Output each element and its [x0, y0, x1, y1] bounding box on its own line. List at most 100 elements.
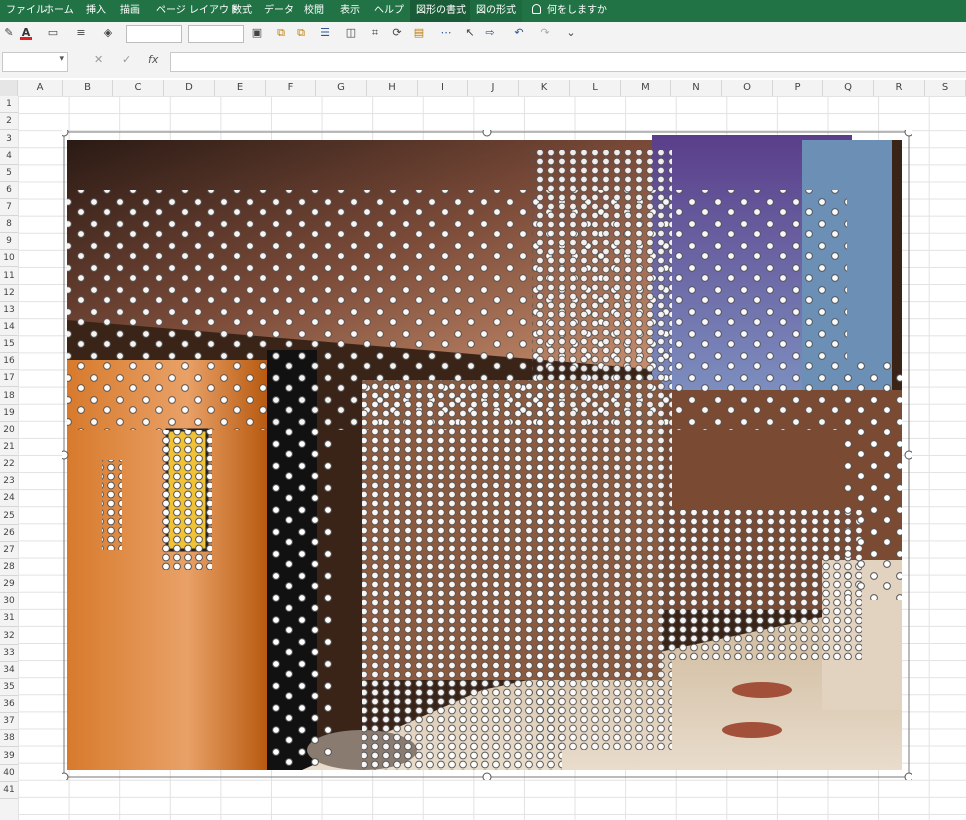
column-header[interactable]: O — [722, 80, 773, 96]
column-header[interactable]: C — [113, 80, 164, 96]
bring-forward-icon[interactable]: ◫ — [342, 25, 360, 41]
row-header[interactable]: 27 — [0, 542, 18, 559]
column-header[interactable]: S — [925, 80, 966, 96]
font-size-box[interactable] — [126, 25, 182, 43]
fill-icon[interactable]: ◈ — [98, 25, 118, 41]
column-header[interactable]: J — [468, 80, 519, 96]
row-header[interactable]: 40 — [0, 765, 18, 782]
row-header[interactable]: 26 — [0, 525, 18, 542]
tab-picture-format[interactable]: 図の形式 — [470, 0, 522, 22]
row-header[interactable]: 4 — [0, 148, 18, 165]
tell-me-search[interactable]: 何をしますか — [526, 0, 613, 22]
shape-outline-icon[interactable]: ▭ — [44, 25, 62, 41]
row-header[interactable]: 2 — [0, 113, 18, 130]
chevron-down-icon[interactable]: ▾ — [59, 54, 64, 64]
column-header[interactable]: F — [266, 80, 316, 96]
brush-icon[interactable]: ✎ — [2, 25, 16, 41]
crop-icon[interactable]: ⌗ — [368, 25, 382, 41]
column-header[interactable]: K — [519, 80, 570, 96]
row-header[interactable]: 11 — [0, 267, 18, 285]
column-header[interactable]: Q — [823, 80, 874, 96]
shadow-icon[interactable]: ▣ — [248, 25, 266, 41]
enter-icon[interactable]: ✓ — [122, 53, 131, 66]
row-header[interactable]: 21 — [0, 439, 18, 456]
column-header[interactable]: P — [773, 80, 823, 96]
tab-view[interactable]: 表示 — [334, 0, 366, 22]
formula-input[interactable] — [170, 52, 966, 72]
row-header[interactable]: 1 — [0, 96, 18, 113]
row-header[interactable]: 7 — [0, 199, 18, 216]
column-header[interactable]: D — [164, 80, 215, 96]
undo-icon[interactable]: ↶ — [510, 25, 528, 41]
line-style-icon[interactable]: ≡ — [68, 25, 94, 41]
row-header[interactable]: 20 — [0, 422, 18, 439]
row-header[interactable]: 5 — [0, 165, 18, 182]
row-header[interactable]: 30 — [0, 593, 18, 610]
column-header[interactable]: R — [874, 80, 925, 96]
row-header[interactable]: 38 — [0, 730, 18, 747]
row-header[interactable]: 15 — [0, 336, 18, 353]
name-box[interactable]: ▾ — [2, 52, 68, 72]
column-header[interactable]: M — [621, 80, 671, 96]
column-header[interactable]: L — [570, 80, 621, 96]
column-header[interactable]: H — [367, 80, 418, 96]
align-icon[interactable]: ☰ — [314, 25, 336, 41]
column-header[interactable]: B — [63, 80, 113, 96]
row-header[interactable]: 14 — [0, 319, 18, 336]
column-header[interactable]: G — [316, 80, 367, 96]
row-header[interactable]: 28 — [0, 559, 18, 576]
column-header[interactable]: E — [215, 80, 266, 96]
distribute-icon[interactable]: ⋯ — [436, 25, 456, 41]
select-all-corner[interactable] — [0, 80, 18, 96]
row-header[interactable]: 25 — [0, 507, 18, 525]
tab-insert[interactable]: 挿入 — [80, 0, 112, 22]
row-header[interactable]: 8 — [0, 216, 18, 233]
row-header[interactable]: 36 — [0, 696, 18, 713]
column-header[interactable]: N — [671, 80, 722, 96]
rotate-icon[interactable]: ⟳ — [390, 25, 404, 41]
row-header[interactable]: 22 — [0, 456, 18, 473]
row-header[interactable]: 3 — [0, 130, 18, 148]
row-header[interactable]: 31 — [0, 610, 18, 627]
ungroup-icon[interactable]: ⧉ — [294, 25, 308, 41]
row-header[interactable]: 17 — [0, 370, 18, 387]
select-icon[interactable]: ↖ — [464, 25, 476, 41]
tab-shape-format[interactable]: 図形の書式 — [410, 0, 472, 22]
font-color-icon[interactable]: A — [18, 25, 34, 41]
row-header[interactable]: 16 — [0, 353, 18, 370]
send-backward-icon[interactable]: ▤ — [410, 25, 428, 41]
row-header[interactable]: 24 — [0, 490, 18, 507]
row-header[interactable]: 9 — [0, 233, 18, 250]
column-header[interactable]: A — [18, 80, 63, 96]
tab-formulas[interactable]: 数式 — [226, 0, 258, 22]
row-header[interactable]: 6 — [0, 182, 18, 199]
shape-size-box[interactable] — [188, 25, 244, 43]
column-header[interactable]: I — [418, 80, 468, 96]
row-header[interactable]: 41 — [0, 782, 18, 799]
row-header[interactable]: 23 — [0, 473, 18, 490]
row-header[interactable]: 18 — [0, 387, 18, 405]
row-header[interactable]: 12 — [0, 285, 18, 302]
cancel-icon[interactable]: ✕ — [94, 53, 103, 66]
group-icon[interactable]: ⧉ — [274, 25, 288, 41]
row-header[interactable]: 34 — [0, 662, 18, 679]
row-header[interactable]: 32 — [0, 627, 18, 645]
tab-data[interactable]: データ — [258, 0, 300, 22]
tab-review[interactable]: 校閲 — [298, 0, 330, 22]
row-header[interactable]: 10 — [0, 250, 18, 267]
customize-toolbar-icon[interactable]: ⌄ — [566, 25, 576, 41]
select-pane-icon[interactable]: ⇨ — [480, 25, 500, 41]
fx-icon[interactable]: fx — [148, 53, 158, 66]
tab-home[interactable]: ホーム — [38, 0, 80, 22]
redo-icon[interactable]: ↷ — [536, 25, 554, 41]
tab-draw[interactable]: 描画 — [114, 0, 146, 22]
selected-illustration[interactable] — [62, 130, 912, 780]
row-header[interactable]: 13 — [0, 302, 18, 319]
row-header[interactable]: 39 — [0, 747, 18, 765]
row-header[interactable]: 29 — [0, 576, 18, 593]
row-header[interactable]: 37 — [0, 713, 18, 730]
tab-help[interactable]: ヘルプ — [368, 0, 410, 22]
row-header[interactable]: 19 — [0, 405, 18, 422]
row-header[interactable]: 33 — [0, 645, 18, 662]
row-header[interactable]: 35 — [0, 679, 18, 696]
